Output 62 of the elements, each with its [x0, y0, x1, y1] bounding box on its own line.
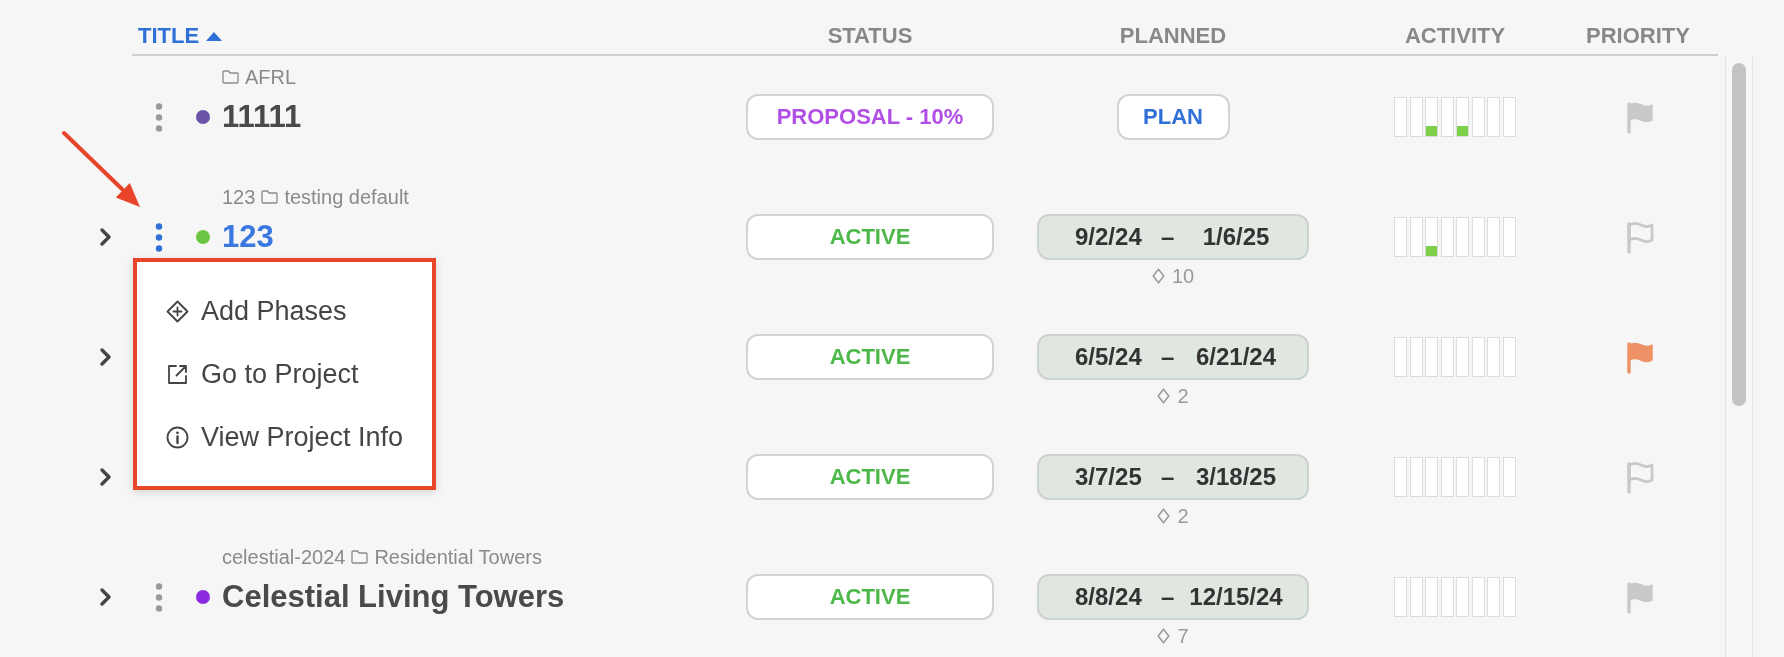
- status-badge: ACTIVE: [746, 214, 994, 260]
- project-title[interactable]: 123: [222, 218, 274, 256]
- column-header[interactable]: STATUS: [827, 23, 913, 49]
- folder-icon: [351, 550, 369, 564]
- start-date: 8/8/24: [1075, 583, 1142, 611]
- folder-icon: [222, 70, 239, 84]
- milestone-count: 7: [1177, 624, 1189, 648]
- start-date: 6/5/24: [1075, 343, 1142, 371]
- date-separator: –: [1161, 223, 1175, 251]
- flag-icon[interactable]: [1625, 100, 1655, 134]
- column-header[interactable]: TITLE: [138, 23, 223, 49]
- status-badge: ACTIVE: [746, 574, 994, 620]
- diamond-icon: [1157, 508, 1171, 524]
- flag-icon[interactable]: [1625, 220, 1655, 254]
- external-link-icon: [166, 363, 189, 386]
- folder-name: AFRL: [245, 65, 297, 89]
- diamond-icon: [1151, 268, 1165, 284]
- folder-icon: [261, 190, 279, 204]
- project-title[interactable]: Celestial Living Towers: [222, 578, 565, 616]
- status-badge: ACTIVE: [746, 454, 994, 500]
- end-date: 1/6/25: [1202, 223, 1270, 251]
- project-code: 123: [222, 185, 256, 209]
- start-date: 9/2/24: [1075, 223, 1142, 251]
- column-header[interactable]: PLANNED: [1119, 23, 1227, 49]
- diamond-plus-icon: [166, 300, 189, 323]
- diamond-icon: [1157, 628, 1171, 644]
- chevron-right-icon[interactable]: [99, 227, 112, 247]
- milestone-count: 2: [1177, 504, 1189, 528]
- chevron-right-icon[interactable]: [99, 467, 112, 487]
- kebab-menu-icon[interactable]: [154, 582, 164, 612]
- menu-item[interactable]: Add Phases: [137, 280, 432, 343]
- menu-item[interactable]: View Project Info: [137, 406, 432, 469]
- milestone-count: 2: [1177, 384, 1189, 408]
- milestone-count: 10: [1171, 264, 1195, 288]
- folder-name: Residential Towers: [374, 545, 542, 569]
- kebab-menu-icon[interactable]: [154, 102, 164, 132]
- project-code: celestial-2024: [222, 545, 346, 569]
- date-separator: –: [1161, 583, 1175, 611]
- end-date: 3/18/25: [1195, 463, 1277, 491]
- menu-item[interactable]: Go to Project: [137, 343, 432, 406]
- date-separator: –: [1161, 343, 1175, 371]
- plan-button[interactable]: PLAN: [1116, 94, 1230, 140]
- flag-icon[interactable]: [1625, 580, 1655, 614]
- chevron-right-icon[interactable]: [99, 587, 112, 607]
- flag-icon[interactable]: [1625, 340, 1655, 374]
- status-badge: PROPOSAL - 10%: [746, 94, 994, 140]
- date-separator: –: [1161, 463, 1175, 491]
- end-date: 6/21/24: [1195, 343, 1277, 371]
- diamond-icon: [1157, 388, 1171, 404]
- start-date: 3/7/25: [1075, 463, 1142, 491]
- info-icon: [166, 426, 189, 449]
- flag-icon[interactable]: [1625, 460, 1655, 494]
- status-badge: ACTIVE: [746, 334, 994, 380]
- folder-name: testing default: [284, 185, 409, 209]
- kebab-menu-icon[interactable]: [154, 222, 164, 252]
- scrollbar-thumb[interactable]: [1732, 63, 1746, 406]
- sort-ascending-icon: [206, 31, 223, 41]
- end-date: 12/15/24: [1189, 583, 1283, 611]
- chevron-right-icon[interactable]: [99, 347, 112, 367]
- column-header[interactable]: ACTIVITY: [1404, 23, 1506, 49]
- project-title[interactable]: 11111: [222, 98, 302, 136]
- column-header[interactable]: PRIORITY: [1586, 23, 1690, 49]
